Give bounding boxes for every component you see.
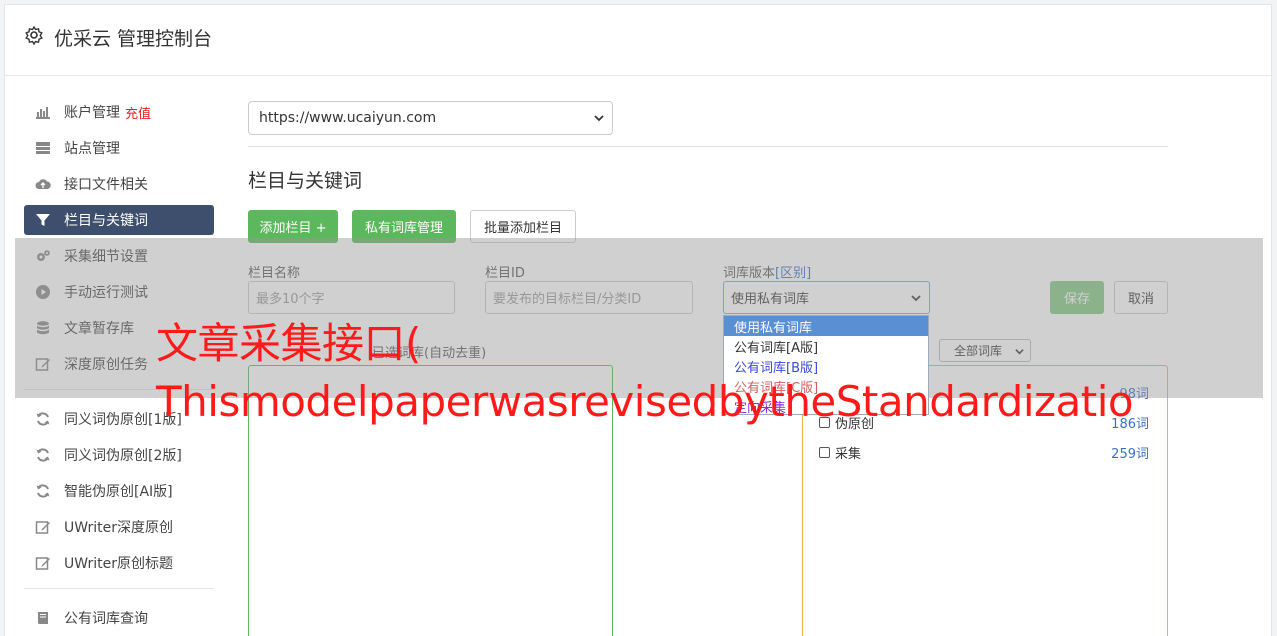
refresh-icon — [36, 448, 50, 462]
sidebar-item-label: 同义词伪原创[2版] — [64, 448, 182, 464]
bar-chart-icon — [36, 107, 50, 119]
recharge-link[interactable]: 充值 — [125, 103, 151, 122]
edit-icon — [35, 521, 50, 534]
sidebar-item-label: 账户管理 — [64, 105, 120, 121]
private-lib-label: 私有词库管理 — [364, 221, 443, 236]
watermark-line-2: ThismodelpaperwasrevisedbytheStandardiza… — [156, 377, 1134, 426]
chevron-down-icon — [594, 115, 604, 122]
sidebar-item-label: 栏目与关键词 — [64, 213, 148, 229]
library-name: 采集 — [835, 446, 862, 462]
sidebar-item-label: 站点管理 — [64, 141, 120, 157]
sidebar-item-account[interactable]: 账户管理 充值 — [24, 97, 214, 127]
gear-icon — [25, 25, 43, 45]
watermark-line-1: 文章采集接口( — [156, 319, 421, 368]
sidebar-item-uwriter-title[interactable]: UWriter原创标题 — [24, 548, 214, 578]
sidebar-item-columns-keywords[interactable]: 栏目与关键词 — [24, 205, 214, 235]
add-column-label: 添加栏目 + — [259, 221, 327, 236]
site-select-value: https://www.ucaiyun.com — [259, 110, 437, 126]
sidebar-item-label: UWriter深度原创 — [64, 520, 173, 536]
divider — [248, 146, 1168, 147]
list-item[interactable]: 采集 259词 — [819, 442, 1149, 462]
refresh-icon — [36, 412, 50, 426]
sidebar-item-label: 公有词库查询 — [64, 611, 148, 627]
sidebar-item-ai-original[interactable]: 智能伪原创[AI版] — [24, 476, 214, 506]
server-icon — [36, 142, 50, 154]
site-select[interactable]: https://www.ucaiyun.com — [248, 101, 613, 135]
sidebar-item-label: UWriter原创标题 — [64, 556, 173, 572]
edit-icon — [35, 557, 50, 570]
sidebar-item-sites[interactable]: 站点管理 — [24, 133, 214, 163]
filter-icon — [36, 214, 50, 226]
batch-add-label: 批量添加栏目 — [483, 221, 562, 236]
sidebar-item-label: 接口文件相关 — [64, 177, 148, 193]
library-checkbox[interactable] — [819, 446, 830, 458]
sidebar-item-public-lib-query[interactable]: 公有词库查询 — [24, 603, 214, 633]
library-count: 259词 — [1111, 446, 1149, 462]
sidebar-item-label: 智能伪原创[AI版] — [64, 484, 173, 500]
cloud-upload-icon — [35, 179, 51, 189]
header: 优采云 管理控制台 — [5, 5, 1271, 76]
sidebar-item-uwriter-deep[interactable]: UWriter深度原创 — [24, 512, 214, 542]
app-title: 优采云 管理控制台 — [54, 28, 213, 50]
sidebar-item-interface-files[interactable]: 接口文件相关 — [24, 169, 214, 199]
refresh-icon — [36, 484, 50, 498]
watermark-text: 文章采集接口( ThismodelpaperwasrevisedbytheStan… — [156, 315, 1134, 431]
book-icon — [37, 612, 48, 624]
sidebar-item-synonym-v2[interactable]: 同义词伪原创[2版] — [24, 440, 214, 470]
sidebar-divider — [24, 588, 214, 589]
section-title: 栏目与关键词 — [248, 170, 363, 192]
